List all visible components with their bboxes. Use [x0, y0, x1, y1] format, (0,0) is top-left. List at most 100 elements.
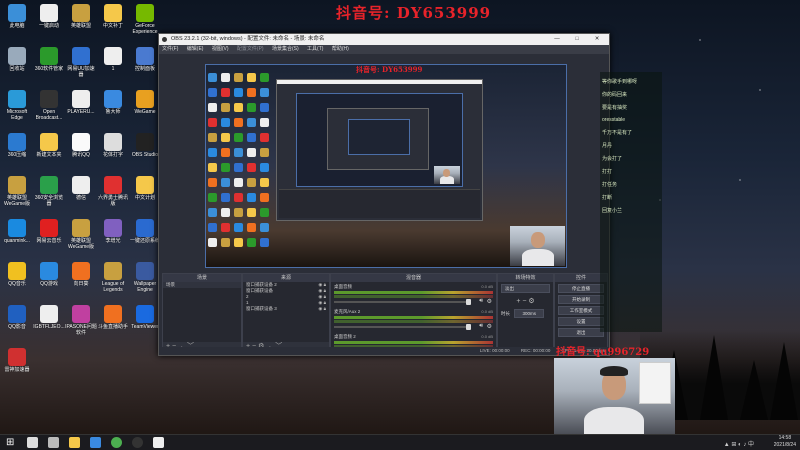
task-view-icon[interactable] [48, 437, 59, 448]
desktop-icon[interactable]: PLAYERU... [65, 90, 97, 115]
desktop-icon[interactable]: 李增光 [97, 219, 129, 244]
desktop-icon[interactable]: 雷神加速器 [1, 348, 33, 373]
file-explorer-icon[interactable] [69, 437, 80, 448]
channel-gear-icon[interactable]: ⚙ [487, 323, 492, 330]
start-recording-button[interactable]: 开始录制 [558, 295, 604, 304]
desktop-icon[interactable]: WeGame [129, 90, 161, 115]
menu-scene-collection[interactable]: 场景集合(S) [272, 46, 299, 52]
exit-button[interactable]: 退出 [558, 328, 604, 337]
maximize-button[interactable]: □ [567, 34, 587, 45]
transition-select[interactable]: 淡出 [501, 284, 550, 293]
studio-mode-button[interactable]: 工作室模式 [558, 306, 604, 315]
menu-view[interactable]: 视图(V) [212, 46, 229, 52]
lock-icon[interactable]: 🔒︎ [324, 288, 326, 293]
menu-file[interactable]: 文件(F) [162, 46, 178, 52]
desktop-icon[interactable]: 德信 [65, 176, 97, 201]
stop-streaming-button[interactable]: 停止直播 [558, 284, 604, 293]
desktop-icon[interactable]: 360压缩 [1, 133, 33, 158]
desktop-icon[interactable]: 1 [97, 47, 129, 72]
mixer-channel: 桌面音频 0.0 dB 🔊︎ ⚙ [331, 282, 496, 307]
remove-transition-button[interactable]: − [522, 298, 526, 305]
obs-window[interactable]: OBS 23.2.1 (32-bit, windows) - 配置文件: 未命名… [158, 33, 610, 356]
desktop-icon[interactable]: quanmink... [1, 219, 33, 244]
visibility-eye-icon[interactable]: ◉ [318, 300, 322, 305]
desktop-icon[interactable]: 斗鱼直播助手 [97, 305, 129, 330]
scene-item[interactable]: 场景 [163, 282, 241, 288]
settings-button[interactable]: 设置 [558, 317, 604, 326]
desktop-icon[interactable]: 360安全浏览器 [33, 176, 65, 207]
desktop-icon[interactable]: 新建文本夹 [33, 133, 65, 158]
minimize-button[interactable]: — [547, 34, 567, 45]
desktop-icon[interactable]: 花体打字 [97, 133, 129, 158]
slider-handle[interactable] [466, 299, 471, 305]
desktop-icon[interactable]: QQ影音 [1, 305, 33, 330]
channel-gear-icon[interactable]: ⚙ [487, 298, 492, 305]
visibility-eye-icon[interactable]: ◉ [318, 288, 322, 293]
menu-tools[interactable]: 工具(T) [307, 46, 323, 52]
game-icon [104, 176, 122, 194]
lock-icon[interactable]: 🔒︎ [324, 306, 326, 311]
desktop-icon[interactable]: GeForce Experience [129, 4, 161, 35]
desktop-icon[interactable]: League of Legends [97, 262, 129, 293]
desktop-icon[interactable]: QQ游戏 [33, 262, 65, 287]
desktop-icon[interactable]: Open Broadcast... [33, 90, 65, 121]
desktop-icon[interactable]: OBS Studio [129, 133, 161, 158]
desktop-icon[interactable]: Wallpaper Engine [129, 262, 161, 293]
file-icon[interactable] [153, 437, 164, 448]
obs-preview[interactable]: 抖音号: DY653999 [205, 64, 567, 268]
visibility-eye-icon[interactable]: ◉ [318, 282, 322, 287]
desktop-icon[interactable]: 网易UU加速器 [65, 47, 97, 78]
desktop-icon[interactable]: 控制面板 [129, 47, 161, 72]
desktop-icon[interactable]: 中文补丁 [97, 4, 129, 29]
clock[interactable]: 14:58 2021/8/24 [774, 435, 796, 449]
menu-help[interactable]: 帮助(H) [332, 46, 349, 52]
desktop-icon[interactable]: IPASONE问题软件 [65, 305, 97, 336]
transition-settings-gear-icon[interactable]: ⚙ [528, 298, 534, 305]
desktop-icon[interactable]: 此电脑 [1, 4, 33, 29]
slider-handle[interactable] [466, 324, 471, 330]
desktop-icon[interactable]: 向日葵 [65, 262, 97, 287]
desktop-icon[interactable]: 回收站 [1, 47, 33, 72]
desktop-icon[interactable]: IGBTFLJEO... [33, 305, 65, 330]
lock-icon[interactable]: 🔒︎ [324, 300, 326, 305]
desktop-icon[interactable]: 中文计划 [129, 176, 161, 201]
desktop-icon[interactable]: 网易云音乐 [33, 219, 65, 244]
preview-desktop-icon [221, 208, 230, 217]
desktop-icon[interactable]: 英雄联盟 [65, 4, 97, 29]
visibility-eye-icon[interactable]: ◉ [318, 306, 322, 311]
obs-icon[interactable] [132, 437, 143, 448]
chrome-icon[interactable] [111, 437, 122, 448]
close-button[interactable]: ✕ [587, 34, 607, 45]
desktop-icon[interactable]: 鲁大师 [97, 90, 129, 115]
speaker-icon[interactable]: 🔊︎ [479, 298, 483, 305]
source-item[interactable]: 窗口捕获设备 3 ◉ 🔒︎ [243, 306, 329, 312]
desktop-icon[interactable]: 英雄联盟 WeGame版 [65, 219, 97, 250]
start-icon[interactable]: ⊞ [6, 437, 17, 448]
menu-edit[interactable]: 编辑(E) [187, 46, 204, 52]
desktop-icon[interactable]: 六界勇士腾讯版 [97, 176, 129, 207]
preview-desktop-icon [234, 163, 243, 172]
search-icon[interactable] [27, 437, 38, 448]
desktop-icon[interactable]: QQ音乐 [1, 262, 33, 287]
wegame-icon [136, 90, 154, 108]
volume-slider[interactable] [334, 326, 471, 328]
duration-input[interactable]: 300ms [514, 309, 545, 318]
system-tray[interactable]: ▲ ⊞ ◐ ♪ 中 [724, 439, 754, 448]
desktop-icon[interactable]: 腾讯QQ [65, 133, 97, 158]
speaker-icon[interactable]: 🔊︎ [479, 323, 483, 330]
menu-profile[interactable]: 配置文件(P) [237, 46, 264, 52]
lock-icon[interactable]: 🔒︎ [324, 294, 326, 299]
desktop-icon[interactable]: Microsoft Edge [1, 90, 33, 121]
desktop-icon[interactable]: TeamViewer [129, 305, 161, 330]
obs-titlebar[interactable]: OBS 23.2.1 (32-bit, windows) - 配置文件: 未命名… [159, 34, 609, 45]
desktop-icon[interactable]: 一键还原系统 [129, 219, 161, 244]
volume-slider[interactable] [334, 301, 471, 303]
desktop-icon[interactable]: 一键启动 [33, 4, 65, 29]
preview-desktop-icon [260, 193, 269, 202]
store-icon[interactable] [90, 437, 101, 448]
desktop-icon[interactable]: 英雄联盟 WeGame版 [1, 176, 33, 207]
add-transition-button[interactable]: + [516, 298, 520, 305]
visibility-eye-icon[interactable]: ◉ [318, 294, 322, 299]
desktop-icon[interactable]: 360软件管家 [33, 47, 65, 72]
lock-icon[interactable]: 🔒︎ [324, 282, 326, 287]
